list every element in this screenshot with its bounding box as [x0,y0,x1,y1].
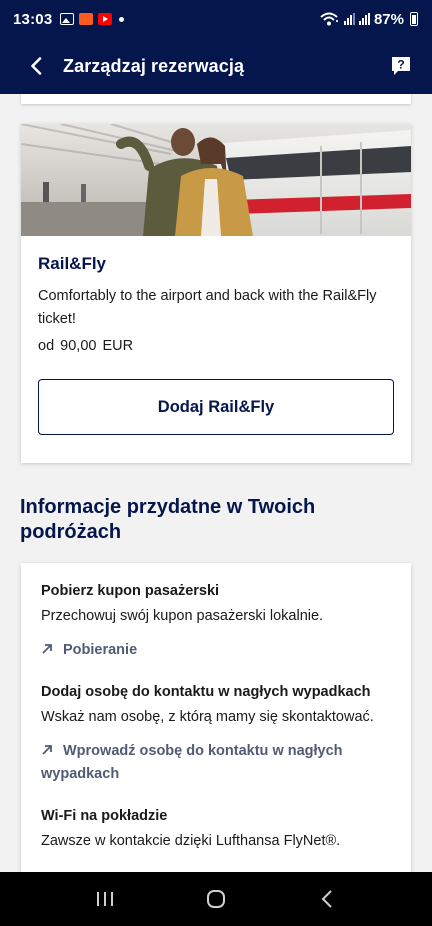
info-item-emergency-contact: Dodaj osobę do kontaktu w nagłych wypadk… [41,684,391,786]
download-link-label: Pobieranie [63,642,138,658]
info-item-title: Dodaj osobę do kontaktu w nagłych wypadk… [41,684,371,700]
aliexpress-icon [79,13,94,25]
emergency-contact-link-label: Wprowadź osobę do kontaktu w nagłych wyp… [41,743,343,782]
battery-icon [410,12,418,26]
back-icon[interactable] [307,879,347,919]
rail-fly-card: Rail&Fly Comfortably to the airport and … [21,124,411,463]
help-chat-icon[interactable]: ? [390,55,412,77]
status-right: 87% [320,11,418,28]
info-item-description: Przechowuj swój kupon pasażerski lokalni… [41,608,324,624]
wifi-calling-icon [320,12,338,26]
info-section-title: Informacje przydatne w Twoich podróżach [20,496,316,543]
recent-apps-icon[interactable] [85,879,125,919]
battery-percent: 87% [373,10,404,28]
svg-text:?: ? [397,58,404,72]
rail-fly-image [21,124,411,236]
rail-fly-description: Comfortably to the airport and back with… [38,288,377,327]
page-title: Zarządzaj rezerwacją [63,55,245,76]
home-icon[interactable] [196,879,236,919]
info-item-title: Wi-Fi na pokładzie [41,808,168,824]
emergency-contact-link[interactable]: Wprowadź osobę do kontaktu w nagłych wyp… [41,740,391,786]
signal-icon [343,13,355,25]
external-arrow-icon [41,640,53,654]
app-header: Zarządzaj rezerwacją ? [0,38,432,94]
external-arrow-icon [41,741,53,755]
system-nav-bar [0,872,432,926]
info-card: Pobierz kupon pasażerski Przechowuj swój… [21,563,411,872]
back-arrow-icon[interactable] [30,56,48,76]
info-item-title: Pobierz kupon pasażerski [41,583,220,599]
status-bar: 13:03 87% [0,0,432,38]
add-rail-fly-button[interactable]: Dodaj Rail&Fly [38,379,394,435]
download-link[interactable]: Pobieranie [41,639,391,662]
notification-icons [60,13,125,25]
info-item-description: Wskaż nam osobę, z którą mamy się skonta… [41,709,374,725]
rail-fly-title: Rail&Fly [38,254,107,273]
scroll-content[interactable]: Rail&Fly Comfortably to the airport and … [0,94,432,872]
youtube-icon [98,13,113,25]
info-item-description: Zawsze w kontakcie dzięki Lufthansa FlyN… [41,833,341,849]
info-item-wifi: Wi-Fi na pokładzie Zawsze w kontakcie dz… [41,808,391,849]
signal-icon [358,13,370,25]
more-notifications-dot [119,16,125,22]
status-time: 13:03 [13,10,53,28]
previous-card-edge [21,94,411,104]
gallery-icon [60,13,75,25]
rail-fly-price: od 90,00 EUR [38,338,134,354]
info-item-passenger-receipt: Pobierz kupon pasażerski Przechowuj swój… [41,583,391,662]
